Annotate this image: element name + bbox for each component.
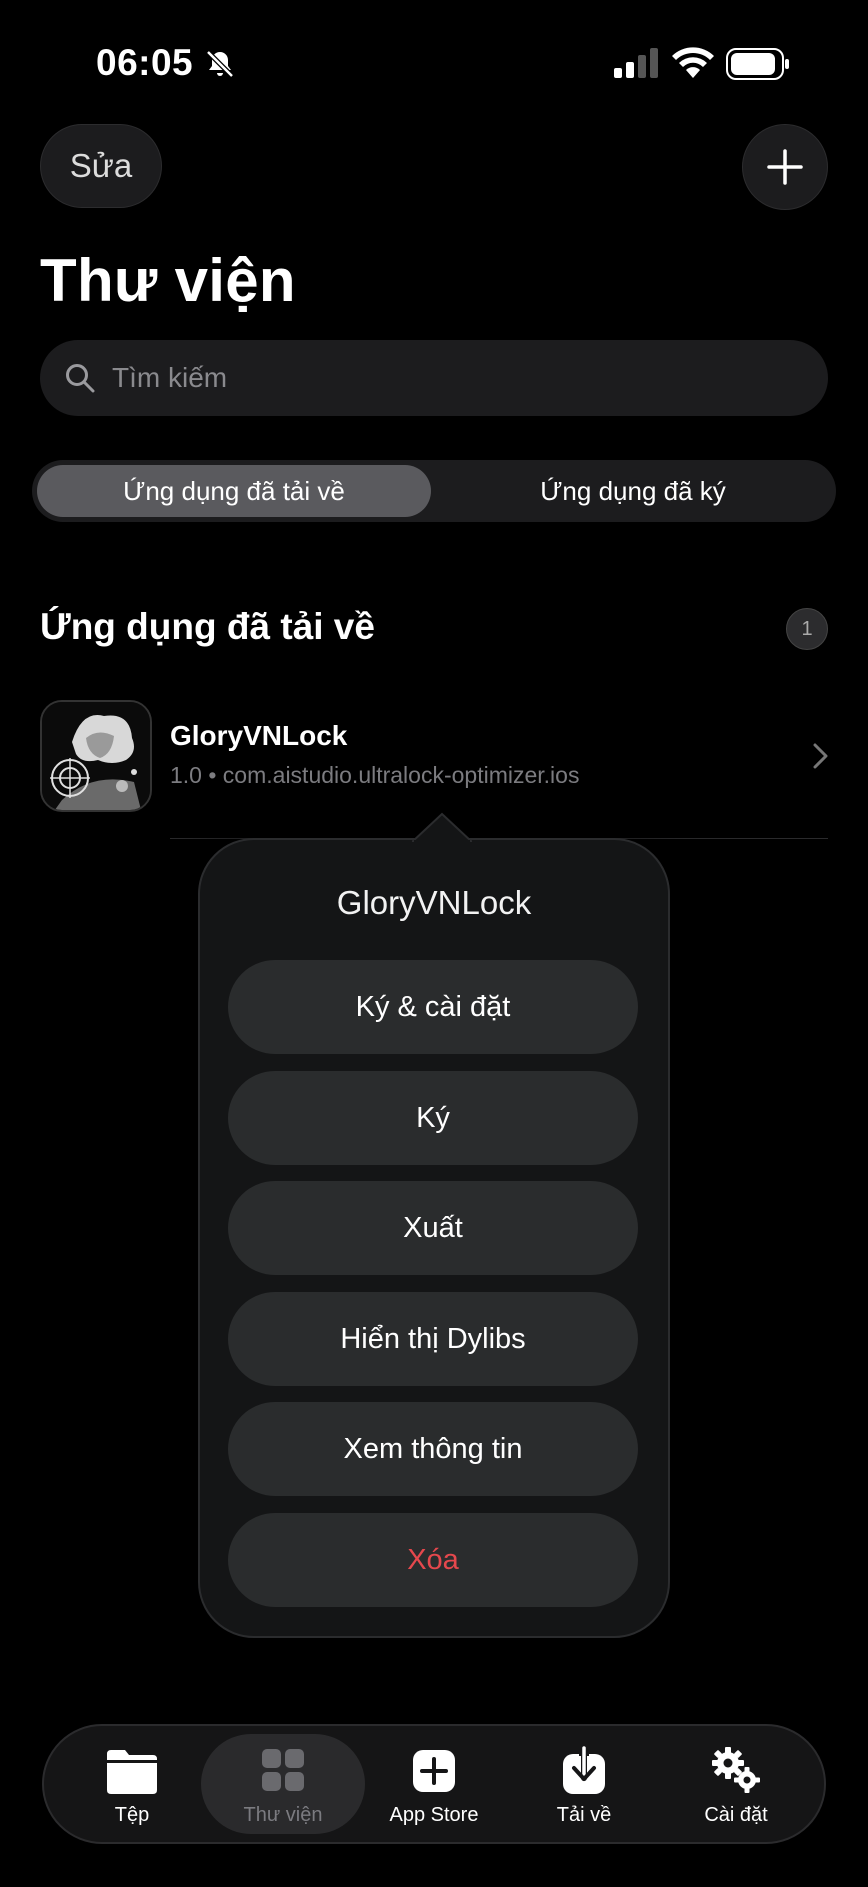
battery-icon bbox=[726, 48, 789, 80]
plus-square-icon bbox=[413, 1750, 455, 1792]
popover-title: GloryVNLock bbox=[336, 884, 532, 921]
tab-settings[interactable]: Cài đặt bbox=[661, 1734, 811, 1834]
view-info-button[interactable]: Xem thông tin bbox=[228, 1402, 638, 1496]
sign-and-install-button[interactable]: Ký & cài đặt bbox=[228, 960, 638, 1054]
sign-button[interactable]: Ký bbox=[228, 1071, 638, 1165]
app-name[interactable]: GloryVNLock bbox=[170, 720, 347, 752]
search-bar[interactable] bbox=[40, 340, 828, 416]
bell-slash-icon bbox=[206, 50, 234, 78]
tab-files-label: Tệp bbox=[114, 1804, 150, 1826]
chevron-right-icon[interactable] bbox=[810, 742, 832, 770]
cellular-signal-icon bbox=[614, 48, 658, 78]
status-time: 06:05 bbox=[96, 42, 194, 83]
tab-downloads[interactable]: Tải về bbox=[509, 1734, 659, 1834]
segment-signed-apps[interactable]: Ứng dụng đã ký bbox=[435, 465, 831, 517]
app-subtitle: 1.0 • com.aistudio.ultralock-optimizer.i… bbox=[170, 762, 580, 788]
page-title: Thư viện bbox=[40, 247, 296, 314]
edit-button[interactable]: Sửa bbox=[40, 124, 162, 208]
tab-files[interactable]: Tệp bbox=[57, 1734, 207, 1834]
tab-app-store-label: App Store bbox=[389, 1804, 479, 1826]
segment-downloaded-apps[interactable]: Ứng dụng đã tải về bbox=[37, 465, 431, 517]
app-artwork-icon bbox=[42, 702, 150, 810]
tab-library-label: Thư viện bbox=[243, 1804, 323, 1826]
search-input[interactable] bbox=[112, 362, 792, 394]
export-button[interactable]: Xuất bbox=[228, 1181, 638, 1275]
app-icon[interactable] bbox=[40, 700, 152, 812]
tab-app-store[interactable]: App Store bbox=[359, 1734, 509, 1834]
folder-icon bbox=[107, 1750, 157, 1794]
segmented-control: Ứng dụng đã tải về Ứng dụng đã ký bbox=[32, 460, 836, 522]
section-title: Ứng dụng đã tải về bbox=[40, 606, 375, 647]
popover-arrow bbox=[412, 812, 472, 842]
tab-settings-label: Cài đặt bbox=[704, 1804, 768, 1826]
show-dylibs-button[interactable]: Hiển thị Dylibs bbox=[228, 1292, 638, 1386]
tab-downloads-label: Tải về bbox=[556, 1804, 612, 1826]
plus-icon bbox=[767, 149, 803, 185]
delete-button[interactable]: Xóa bbox=[228, 1513, 638, 1607]
count-badge: 1 bbox=[786, 608, 828, 650]
download-icon bbox=[563, 1746, 605, 1794]
wifi-icon bbox=[672, 47, 714, 78]
search-icon bbox=[66, 364, 95, 393]
tab-library[interactable]: Thư viện bbox=[201, 1734, 365, 1834]
grid-icon bbox=[262, 1749, 304, 1791]
add-button[interactable] bbox=[742, 124, 828, 210]
gears-icon bbox=[712, 1747, 760, 1793]
